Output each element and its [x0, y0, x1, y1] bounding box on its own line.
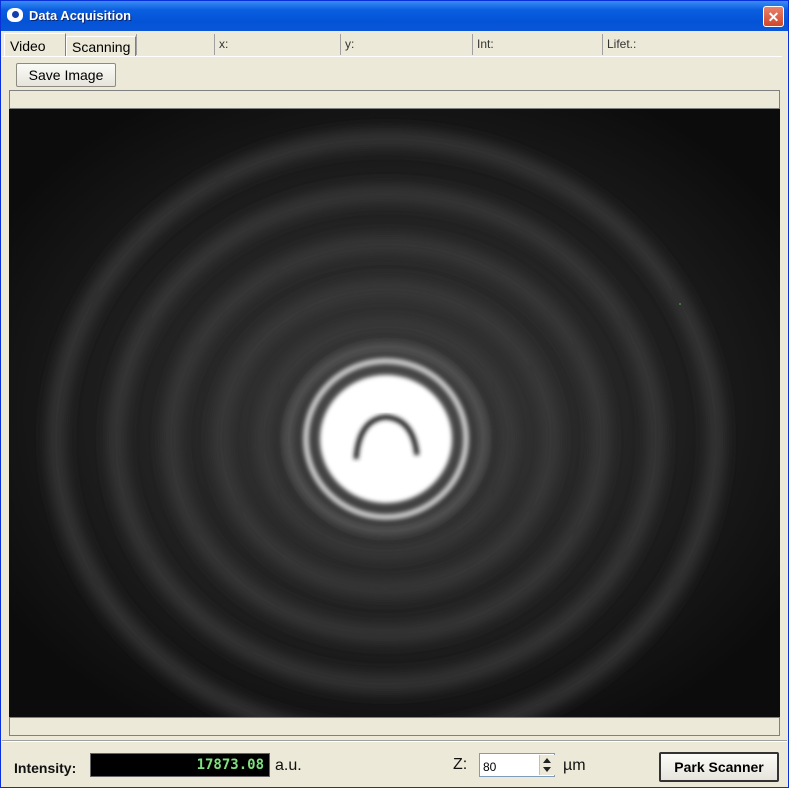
data-acquisition-window: Data Acquisition ✕ Video Scanning x: y: …	[0, 0, 789, 788]
laser-spot-image	[9, 109, 780, 717]
status-separator-highlight	[2, 741, 787, 742]
image-bottom-bar	[9, 717, 780, 736]
intensity-label: Intensity:	[14, 760, 77, 776]
video-image-view[interactable]	[9, 109, 780, 717]
tab-row: Video Scanning x: y: Int: Lifet.:	[2, 33, 782, 57]
lifet-readout: Lifet.:	[602, 34, 782, 55]
z-label: Z:	[453, 756, 468, 773]
y-readout: y:	[340, 34, 472, 55]
intensity-display: 17873.08	[90, 753, 270, 777]
save-image-button[interactable]: Save Image	[16, 63, 116, 87]
tab-divider	[2, 56, 782, 57]
intensity-unit: a.u.	[275, 757, 302, 774]
spin-up-arrow[interactable]	[543, 758, 551, 763]
spin-updown-icon[interactable]	[539, 755, 555, 775]
tab-scanning[interactable]: Scanning	[66, 36, 136, 57]
title-bar[interactable]: Data Acquisition ✕	[1, 1, 788, 31]
readout-spacer	[136, 34, 214, 55]
z-unit: µm	[563, 757, 586, 774]
tab-video[interactable]: Video	[4, 33, 66, 57]
close-icon: ✕	[767, 9, 780, 25]
window-title: Data Acquisition	[29, 8, 132, 23]
spin-down-arrow[interactable]	[543, 767, 551, 772]
image-top-bar	[9, 90, 780, 109]
park-scanner-button[interactable]: Park Scanner	[659, 752, 779, 782]
eye-icon	[7, 8, 23, 22]
int-readout: Int:	[472, 34, 602, 55]
close-button[interactable]: ✕	[763, 6, 784, 27]
x-readout: x:	[214, 34, 340, 55]
